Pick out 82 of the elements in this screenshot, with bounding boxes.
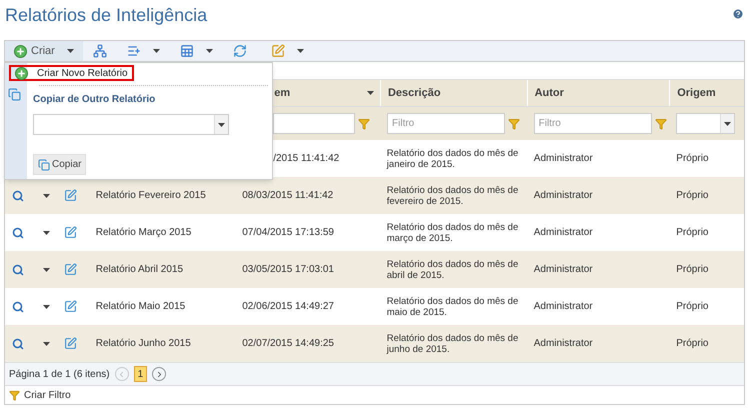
caret-icon xyxy=(152,49,160,53)
table-cell: Relatório Março 2015 xyxy=(96,227,192,238)
filter-icon[interactable] xyxy=(508,118,520,130)
caret-icon xyxy=(296,49,304,53)
page-button[interactable]: 1 xyxy=(134,366,148,382)
table-cell: Próprio xyxy=(676,153,709,164)
edit-icon[interactable] xyxy=(64,226,77,239)
caret-icon xyxy=(206,49,213,53)
table-cell: Próprio xyxy=(676,190,708,201)
edit-icon[interactable] xyxy=(64,300,77,313)
hierarchy-icon xyxy=(92,44,107,58)
search-icon[interactable] xyxy=(12,264,24,276)
table-cell-text: Relatório dos dados do mês de maio de 2015. xyxy=(386,296,520,318)
menu-item[interactable]: Criar Novo Relatório xyxy=(9,65,134,81)
filter-field[interactable]: Filtro xyxy=(387,113,506,134)
table-cell: Administrator xyxy=(534,153,593,164)
table-cell: 02/07/2015 14:49:25 xyxy=(242,338,334,349)
table-cell: Administrator xyxy=(534,264,593,275)
caret-icon xyxy=(42,268,50,272)
table-cell: 02/06/2015 14:49:27 xyxy=(242,301,334,312)
table-cell: Relatório Maio 2015 xyxy=(96,301,186,312)
search-icon[interactable] xyxy=(12,190,24,202)
caret-icon xyxy=(218,122,225,126)
search-icon[interactable] xyxy=(12,226,24,238)
caret-icon xyxy=(66,49,74,53)
row-menu-caret[interactable] xyxy=(42,230,50,234)
search-icon[interactable] xyxy=(12,338,24,350)
table-cell-text: Relatório dos dados do mês de fevereiro de 2015. xyxy=(386,184,520,206)
table-cell: Relatório Junho 2015 xyxy=(96,338,191,349)
copy-icon xyxy=(38,158,50,170)
column-header[interactable]: Origem xyxy=(669,80,744,106)
copy-icon xyxy=(8,88,20,101)
list-add-icon xyxy=(126,44,141,58)
caret-icon xyxy=(42,304,50,308)
table-cell: Próprio xyxy=(676,227,708,238)
column-header[interactable]: Descrição xyxy=(380,80,527,106)
table-cell: Administrator xyxy=(534,227,593,238)
table-cell-text: Relatório dos dados do mês de janeiro de 2015. xyxy=(386,148,520,170)
caret-icon xyxy=(42,342,50,346)
row-menu-caret[interactable] xyxy=(42,304,50,308)
next-page-button[interactable] xyxy=(152,367,166,381)
menu-heading: Copiar de Outro Relatório xyxy=(33,93,156,107)
table-cell: Administrator xyxy=(534,190,593,201)
refresh-icon xyxy=(232,44,247,58)
page-summary: Página 1 de 1 (6 itens) xyxy=(9,368,110,382)
edit-icon[interactable] xyxy=(64,263,77,276)
caret-icon xyxy=(42,230,50,234)
table-cell: Próprio xyxy=(676,301,708,312)
create-button[interactable]: Criar xyxy=(5,41,83,61)
table-cell: Administrator xyxy=(534,338,593,349)
page-title: Relatórios de Inteligência xyxy=(5,4,208,27)
filter-icon[interactable] xyxy=(358,118,370,130)
table-cell-text: Relatório dos dados do mês de abril de 2015. xyxy=(386,258,520,280)
table-cell: 08/03/2015 11:41:42 xyxy=(242,190,334,201)
table-cell: Próprio xyxy=(676,338,708,349)
caret-icon xyxy=(42,194,50,198)
caret-icon xyxy=(724,122,732,126)
table-cell: Administrator xyxy=(534,301,593,312)
row-menu-caret[interactable] xyxy=(42,342,50,346)
row-menu-caret[interactable] xyxy=(42,194,50,198)
edit-icon xyxy=(270,44,285,58)
row-menu-caret[interactable] xyxy=(42,268,50,272)
table-cell: Relatório Fevereiro 2015 xyxy=(96,190,206,201)
table-cell: 07/04/2015 17:13:59 xyxy=(242,227,334,238)
filter-icon[interactable] xyxy=(654,118,667,130)
edit-icon[interactable] xyxy=(64,189,77,202)
table-cell: Relatório Abril 2015 xyxy=(96,264,184,275)
table-cell-text: Relatório dos dados do mês de junho de 2015. xyxy=(386,332,520,354)
filter-field[interactable] xyxy=(273,113,356,134)
table-cell-text: Relatório dos dados do mês de março de 2015. xyxy=(386,222,520,244)
filter-icon xyxy=(9,390,20,400)
column-header[interactable]: Autor xyxy=(526,80,670,106)
create-filter-link[interactable]: Criar Filtro xyxy=(9,388,71,402)
edit-icon[interactable] xyxy=(64,337,77,350)
search-icon[interactable] xyxy=(12,300,24,312)
copy-button[interactable]: Copiar xyxy=(33,154,86,175)
table-icon xyxy=(180,44,194,58)
table-cell: /2015 11:41:42 xyxy=(273,153,340,164)
help-icon[interactable] xyxy=(732,8,744,20)
filter-field[interactable]: Filtro xyxy=(534,113,652,134)
table-cell: Próprio xyxy=(676,264,708,275)
table-cell: 03/05/2015 17:03:01 xyxy=(242,264,334,275)
